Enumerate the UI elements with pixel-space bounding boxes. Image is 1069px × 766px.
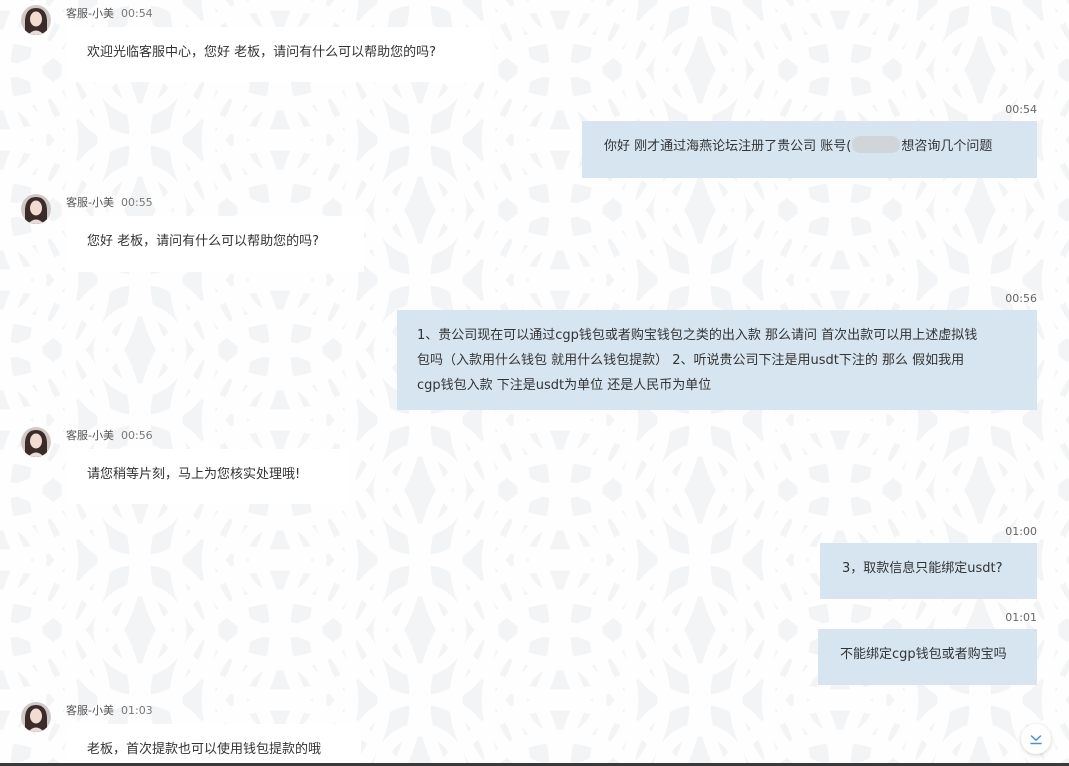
message-bubble: 老板，首次提款也可以使用钱包提款的哦 [67, 724, 361, 763]
message-time: 00:54 [120, 7, 153, 20]
message-bubble: 您好 老板，请问有什么可以帮助您的吗? [67, 216, 364, 272]
avatar-icon[interactable] [21, 702, 51, 732]
message-text-line: cgp钱包入款 下注是usdt为单位 还是人民币为单位 [417, 378, 712, 393]
message-text-line: 1、贵公司现在可以通过cgp钱包或者购宝钱包之类的出入款 那么请问 首次出款可以… [417, 328, 978, 343]
sender-name: 客服-小美 [66, 196, 114, 209]
message-time: 00:55 [120, 196, 153, 209]
chat-window[interactable]: 客服-小美 00:54 欢迎光临客服中心，您好 老板，请问有什么可以帮助您的吗? … [0, 0, 1069, 766]
avatar-icon[interactable] [21, 427, 51, 457]
message-text: 不能绑定cgp钱包或者购宝吗 [840, 647, 1007, 662]
chevron-down-icon [1030, 735, 1042, 745]
message-text: 请您稍等片刻，马上为您核实处理哦! [87, 467, 301, 482]
message-text: 欢迎光临客服中心，您好 老板，请问有什么可以帮助您的吗? [87, 45, 437, 60]
redacted-account [852, 136, 901, 153]
message-text: 想咨询几个问题 [901, 139, 993, 154]
message-time: 00:56 [120, 429, 153, 442]
message-text: 您好 老板，请问有什么可以帮助您的吗? [87, 234, 320, 249]
avatar-icon[interactable] [21, 194, 51, 224]
message-time: 01:03 [120, 704, 153, 717]
message-text-line: 包吗（入款用什么钱包 就用什么钱包提款） 2、听说贵公司下注是用usdt下注的 … [417, 353, 965, 368]
message-bubble: 欢迎光临客服中心，您好 老板，请问有什么可以帮助您的吗? [67, 27, 490, 82]
message-bubble: 不能绑定cgp钱包或者购宝吗 [818, 629, 1037, 685]
message-text: 3，取款信息只能绑定usdt? [842, 561, 1003, 576]
sender-meta: 客服-小美 00:54 [66, 7, 153, 21]
sender-meta: 客服-小美 00:56 [66, 429, 153, 443]
message-text: 你好 刚才通过海燕论坛注册了贵公司 账号( [604, 139, 852, 154]
message-text: 老板，首次提款也可以使用钱包提款的哦 [87, 742, 322, 757]
message-time: 00:56 [1005, 292, 1037, 305]
message-bubble: 1、贵公司现在可以通过cgp钱包或者购宝钱包之类的出入款 那么请问 首次出款可以… [397, 310, 1037, 410]
message-time: 01:01 [1005, 611, 1037, 624]
message-bubble: 请您稍等片刻，马上为您核实处理哦! [67, 449, 347, 504]
message-bubble: 你好 刚才通过海燕论坛注册了贵公司 账号( 想咨询几个问题 [582, 121, 1037, 178]
sender-meta: 客服-小美 00:55 [66, 196, 153, 210]
message-time: 00:54 [1005, 103, 1037, 116]
scroll-to-bottom-button[interactable] [1021, 724, 1051, 754]
message-bubble: 3，取款信息只能绑定usdt? [820, 543, 1037, 599]
sender-meta: 客服-小美 01:03 [66, 704, 153, 718]
avatar-icon[interactable] [21, 5, 51, 35]
sender-name: 客服-小美 [66, 429, 114, 442]
sender-name: 客服-小美 [66, 7, 114, 20]
sender-name: 客服-小美 [66, 704, 114, 717]
message-time: 01:00 [1005, 525, 1037, 538]
